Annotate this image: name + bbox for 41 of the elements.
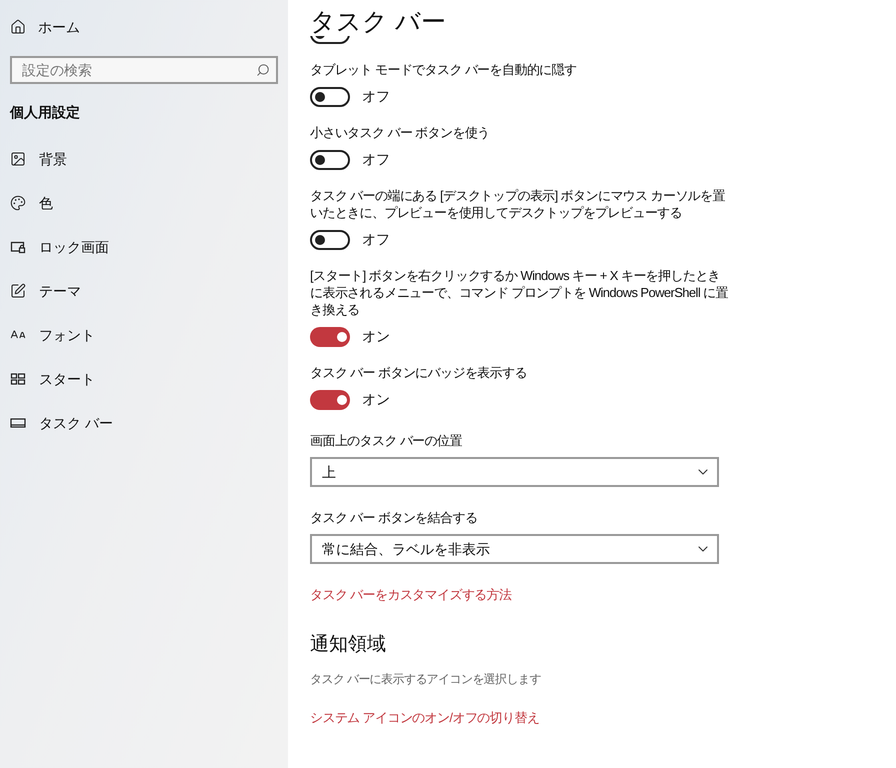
nav-item[interactable]: 背景 — [0, 137, 288, 181]
section-title: 個人用設定 — [8, 103, 81, 122]
image-icon — [10, 151, 26, 167]
setting-label: [スタート] ボタンを右クリックするか Windows キー + X キーを押したときに表示されるメニューで、コマンド プロンプトを Windows PowerShell に置き換える — [310, 267, 729, 318]
nav-item[interactable]: ロック画面 — [0, 225, 288, 269]
screen-lock-icon — [10, 239, 26, 255]
tiles-icon — [10, 371, 26, 387]
home-icon — [10, 19, 26, 35]
nav-item[interactable]: タスク バー — [0, 401, 288, 445]
setting-label: タスク バーの端にある [デスクトップの表示] ボタンにマウス カーソルを置いたときに、プレビューを使用してデスクトップをプレビューする — [310, 187, 726, 221]
search-field[interactable]: 設定の検索 — [10, 56, 278, 84]
section-description: タスク バーに表示するアイコンを選択します — [310, 671, 542, 687]
dropdown[interactable]: 常に結合、ラベルを非表示 — [310, 534, 719, 564]
setting-label: タスク バー ボタンにバッジを表示する — [310, 364, 528, 381]
home-item[interactable]: ホーム — [0, 12, 288, 42]
page-title: タスク バー — [310, 7, 447, 38]
setting-label: タブレット モードでタスク バーを自動的に隠す — [310, 61, 578, 78]
toggle-switch[interactable] — [310, 150, 350, 170]
search-icon — [256, 63, 270, 77]
toggle-state-text: オン — [362, 390, 390, 409]
dropdown-label: 画面上のタスク バーの位置 — [310, 432, 463, 449]
nav-item[interactable]: スタート — [0, 357, 288, 401]
toggle-state-text: オフ — [362, 87, 390, 106]
toggle-switch[interactable] — [310, 390, 350, 410]
nav-item[interactable]: フォント — [0, 313, 288, 357]
setting-label: 小さいタスク バー ボタンを使う — [310, 124, 491, 141]
nav-item[interactable]: 色 — [0, 181, 288, 225]
toggle-state-text: オフ — [362, 230, 390, 249]
toggle-switch[interactable] — [310, 326, 350, 346]
toggle-switch[interactable] — [310, 86, 350, 106]
toggle-state-text: オン — [362, 327, 390, 346]
pen-square-icon — [10, 283, 26, 299]
toggle-state-text: オフ — [362, 150, 390, 169]
section-heading: 通知領域 — [310, 633, 387, 657]
nav-item[interactable]: テーマ — [0, 269, 288, 313]
toggle-switch[interactable] — [310, 230, 350, 250]
link[interactable]: システム アイコンのオン/オフの切り替え — [310, 709, 540, 726]
dropdown[interactable]: 上 — [310, 457, 719, 487]
palette-icon — [10, 195, 26, 211]
dropdown-label: タスク バー ボタンを結合する — [310, 509, 478, 526]
link[interactable]: タスク バーをカスタマイズする方法 — [310, 586, 512, 603]
